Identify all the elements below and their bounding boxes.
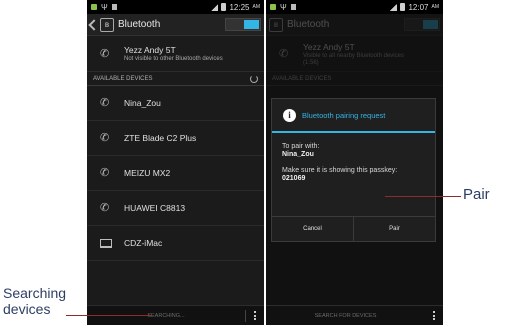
info-icon: i xyxy=(283,108,296,122)
status-ampm: AM xyxy=(431,4,440,10)
action-bar: ʙ Bluetooth xyxy=(87,14,264,36)
device-item[interactable]: ✆ ZTE Blade C2 Plus xyxy=(87,121,264,156)
dialog-title: Bluetooth pairing request xyxy=(302,110,386,120)
bottom-bar: SEARCH FOR DEVICES xyxy=(266,305,443,325)
bluetooth-toggle[interactable] xyxy=(225,18,261,31)
status-time: 12:07 xyxy=(408,2,429,12)
pair-with-label: To pair with: xyxy=(282,143,320,150)
passkey-instruction: Make sure it is showing this passkey: xyxy=(282,167,398,174)
usb-icon: Ψ xyxy=(280,2,287,12)
phone-icon: ✆ xyxy=(100,202,110,214)
status-ampm: AM xyxy=(252,4,261,10)
annotation-pair: Pair xyxy=(463,186,490,203)
annotation-searching: Searching devices xyxy=(3,285,66,317)
device-name: CDZ-iMac xyxy=(124,238,163,248)
back-icon[interactable] xyxy=(88,18,100,31)
my-device-name: Yezz Andy 5T xyxy=(124,45,176,55)
notification-icon xyxy=(270,4,276,10)
device-item[interactable]: ✆ MEIZU MX2 xyxy=(87,156,264,191)
overflow-menu-icon[interactable] xyxy=(246,311,264,320)
device-name: HUAWEI C8813 xyxy=(124,203,186,213)
status-bar: Ψ 12:07 AM xyxy=(266,0,443,14)
laptop-icon xyxy=(100,238,112,248)
search-for-devices-button[interactable]: SEARCH FOR DEVICES xyxy=(266,313,425,319)
dialog-title-bar: i Bluetooth pairing request xyxy=(272,99,435,133)
device-name: MEIZU MX2 xyxy=(124,168,171,178)
signal-icon xyxy=(211,3,219,11)
pair-with-name: Nina_Zou xyxy=(282,151,314,158)
cancel-button[interactable]: Cancel xyxy=(272,217,353,241)
searching-spinner-icon xyxy=(250,74,258,83)
left-phone-screen: Ψ 12:25 AM ʙ Bluetooth ✆ Yezz Andy 5T No… xyxy=(87,0,264,325)
overflow-menu-icon[interactable] xyxy=(425,311,443,320)
storage-icon xyxy=(111,4,117,10)
status-bar: Ψ 12:25 AM xyxy=(87,0,264,14)
phone-icon: ✆ xyxy=(100,97,110,109)
callout-line-searching xyxy=(66,315,152,316)
usb-icon: Ψ xyxy=(101,2,108,12)
bluetooth-settings-icon[interactable]: ʙ xyxy=(100,17,114,32)
dialog-buttons: Cancel Pair xyxy=(272,216,435,241)
battery-icon xyxy=(400,3,406,11)
device-name: ZTE Blade C2 Plus xyxy=(124,133,197,143)
battery-icon xyxy=(221,3,227,11)
storage-icon xyxy=(290,4,296,10)
passkey-value: 021069 xyxy=(282,175,306,182)
device-item[interactable]: ✆ Nina_Zou xyxy=(87,86,264,121)
phone-icon: ✆ xyxy=(100,47,110,60)
signal-icon xyxy=(390,3,398,11)
callout-line-pair xyxy=(385,196,461,197)
pairing-dialog: i Bluetooth pairing request To pair with… xyxy=(271,98,436,242)
page-title: Bluetooth xyxy=(118,19,161,30)
phone-icon: ✆ xyxy=(100,132,110,144)
my-device-visibility: Not visible to other Bluetooth devices xyxy=(124,56,223,62)
device-item[interactable]: ✆ HUAWEI C8813 xyxy=(87,191,264,226)
annotation-searching-line2: devices xyxy=(3,301,51,317)
dialog-body: To pair with: Nina_Zou Make sure it is s… xyxy=(272,133,435,183)
device-item[interactable]: CDZ-iMac xyxy=(87,226,264,261)
section-header-label: AVAILABLE DEVICES xyxy=(93,75,153,82)
phone-icon: ✆ xyxy=(100,167,110,179)
my-device-row[interactable]: ✆ Yezz Andy 5T Not visible to other Blue… xyxy=(87,36,264,72)
right-phone-screen: Ψ 12:07 AM ʙ Bluetooth ✆ Yezz Andy 5T Vi… xyxy=(266,0,443,325)
annotation-searching-line1: Searching xyxy=(3,285,67,301)
pair-button[interactable]: Pair xyxy=(354,217,435,241)
toggle-knob xyxy=(244,20,259,29)
notification-icon xyxy=(91,4,97,10)
device-name: Nina_Zou xyxy=(124,98,161,108)
status-time: 12:25 xyxy=(229,2,250,12)
available-devices-header: AVAILABLE DEVICES xyxy=(87,72,264,86)
